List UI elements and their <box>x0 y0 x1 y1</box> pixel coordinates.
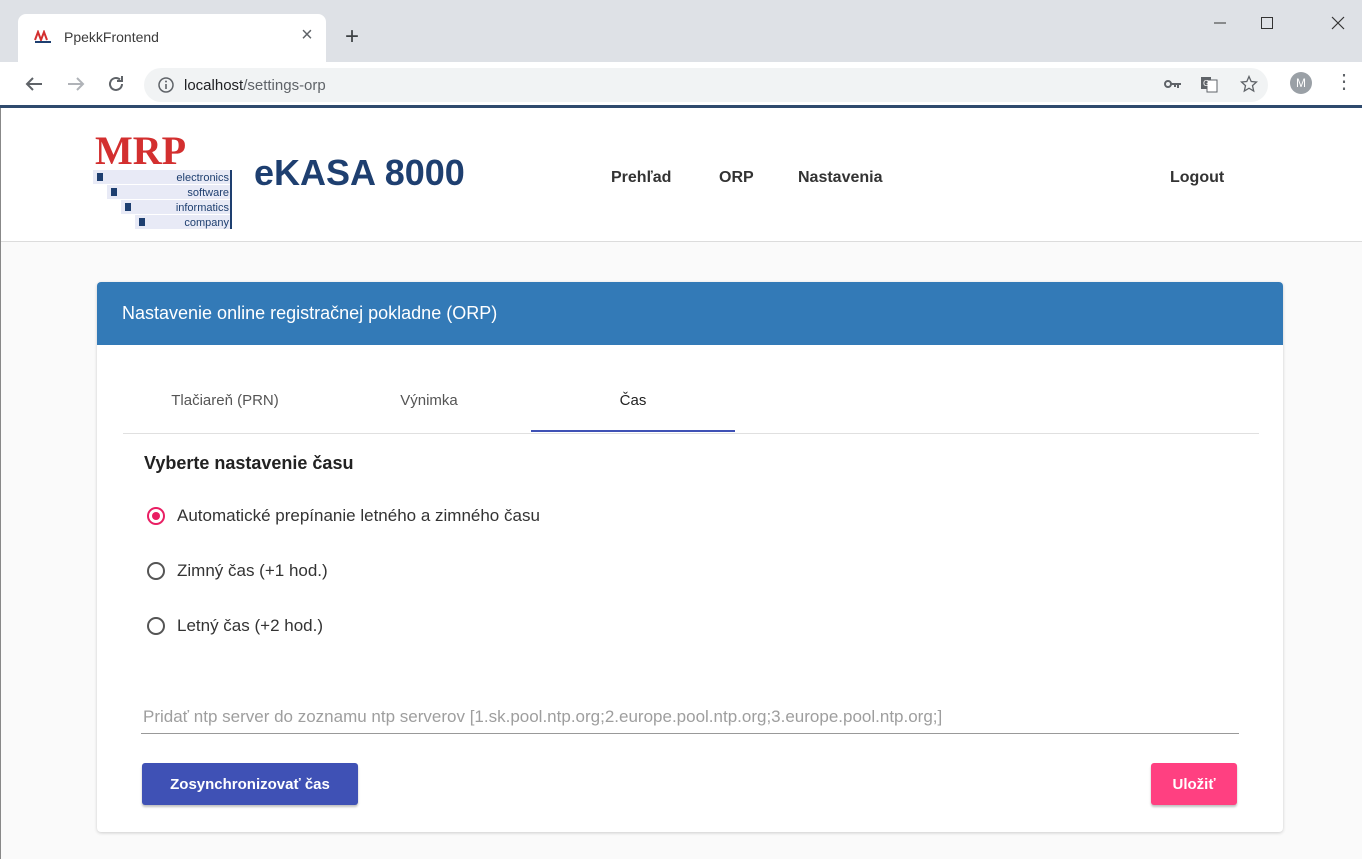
info-icon <box>158 77 174 93</box>
logout-link[interactable]: Logout <box>1170 169 1224 187</box>
logo-line-2: software <box>187 187 229 199</box>
reload-button[interactable] <box>104 72 128 96</box>
logo-text: MRP <box>95 128 186 173</box>
url-host: localhost <box>184 77 244 94</box>
url-path: /settings-orp <box>243 77 326 94</box>
section-title: Vyberte nastavenie času <box>144 453 354 473</box>
maximize-icon <box>1261 17 1273 29</box>
radio-option-winter[interactable]: Zimný čas (+1 hod.) <box>147 558 328 584</box>
new-tab-button[interactable]: + <box>340 25 364 50</box>
close-icon[interactable]: × <box>296 24 318 46</box>
maximize-button[interactable] <box>1245 8 1289 38</box>
sync-time-button[interactable]: Zosynchronizovať čas <box>142 763 358 805</box>
radio-label: Automatické prepínanie letného a zimného… <box>177 506 540 525</box>
back-arrow-icon <box>25 77 42 91</box>
close-window-icon <box>1331 16 1345 30</box>
radio-checked-icon[interactable] <box>147 507 165 525</box>
radio-option-summer[interactable]: Letný čas (+2 hod.) <box>147 613 323 639</box>
logo-line-4: company <box>184 217 229 229</box>
tab-title: PpekkFrontend <box>64 29 159 45</box>
settings-tabs: Tlačiareň (PRN) Výnimka Čas <box>123 377 1259 434</box>
orp-settings-card: Nastavenie online registračnej pokladne … <box>97 282 1283 832</box>
save-button[interactable]: Uložiť <box>1151 763 1237 805</box>
app-header: MRP electronics software informatics com… <box>1 108 1362 242</box>
card-header: Nastavenie online registračnej pokladne … <box>97 282 1283 345</box>
radio-unchecked-icon[interactable] <box>147 617 165 635</box>
minimize-icon <box>1214 22 1226 24</box>
tab-time[interactable]: Čas <box>531 377 735 432</box>
logo-line-1: electronics <box>176 172 229 184</box>
favicon-icon <box>34 30 52 44</box>
logo-line-3: informatics <box>176 202 230 214</box>
url-text: localhost/settings-orp <box>184 77 326 94</box>
profile-avatar[interactable]: M <box>1290 72 1312 94</box>
radio-option-auto[interactable]: Automatické prepínanie letného a zimného… <box>147 503 540 529</box>
reload-icon <box>109 76 123 91</box>
app-brand: eKASA 8000 <box>254 152 465 193</box>
company-logo: MRP electronics software informatics com… <box>93 128 232 229</box>
close-window-button[interactable] <box>1316 8 1360 38</box>
browser-tabstrip: PpekkFrontend × + <box>0 0 1362 62</box>
radio-label: Zimný čas (+1 hod.) <box>177 561 328 580</box>
bookmark-star-icon[interactable] <box>1238 73 1260 95</box>
forward-arrow-icon <box>68 77 85 91</box>
address-bar[interactable]: localhost/settings-orp <box>144 68 1268 102</box>
browser-toolbar: localhost/settings-orp G M ⋮ <box>0 62 1362 108</box>
browser-tab[interactable]: PpekkFrontend × <box>18 14 326 62</box>
tab-printer[interactable]: Tlačiareň (PRN) <box>123 377 327 432</box>
nav-nastavenia[interactable]: Nastavenia <box>798 169 883 187</box>
card-title: Nastavenie online registračnej pokladne … <box>122 303 498 323</box>
radio-unchecked-icon[interactable] <box>147 562 165 580</box>
ntp-server-input[interactable] <box>141 700 1239 734</box>
translate-icon[interactable]: G <box>1198 73 1220 95</box>
radio-label: Letný čas (+2 hod.) <box>177 616 324 635</box>
tab-exception[interactable]: Výnimka <box>327 377 531 432</box>
back-button[interactable] <box>22 72 46 96</box>
browser-menu-icon[interactable]: ⋮ <box>1334 72 1354 96</box>
minimize-button[interactable] <box>1198 8 1242 38</box>
key-icon[interactable] <box>1162 73 1184 95</box>
svg-text:G: G <box>1203 79 1209 88</box>
forward-button[interactable] <box>64 72 88 96</box>
nav-prehlad[interactable]: Prehľad <box>611 169 671 187</box>
nav-orp[interactable]: ORP <box>719 169 754 187</box>
